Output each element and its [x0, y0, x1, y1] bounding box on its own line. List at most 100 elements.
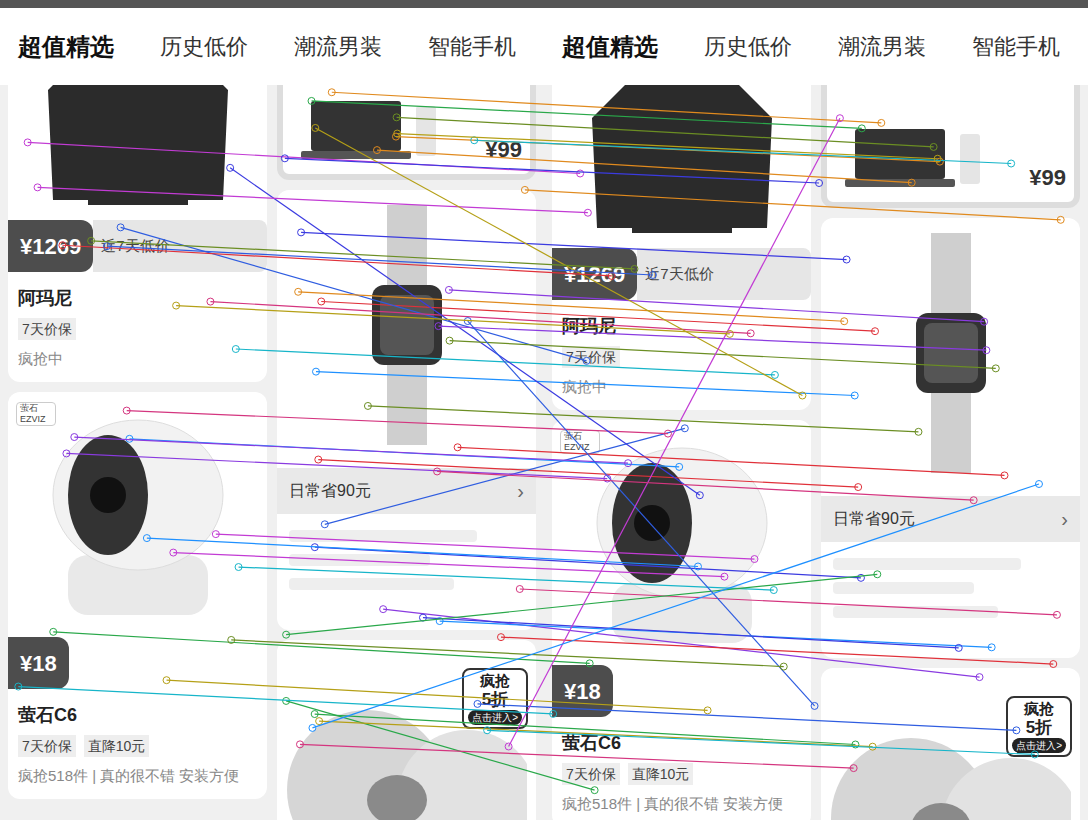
tag-row: 7天价保 — [18, 318, 257, 340]
match-line — [34, 184, 591, 216]
tab[interactable]: 历史低价 — [160, 30, 248, 63]
brand-logo: 萤石 EZVIZ — [16, 402, 56, 426]
feed: ¥1269近7天低价阿玛尼7天价保疯抢中萤石 EZVIZ¥18萤石C67天价保直… — [544, 85, 1088, 820]
product-image — [8, 85, 267, 220]
match-line — [446, 337, 999, 372]
sweater-image — [38, 85, 238, 210]
product-card[interactable]: ¥1269近7天低价阿玛尼7天价保疯抢中 — [552, 85, 811, 410]
mini-card[interactable]: ¥99 — [277, 85, 536, 180]
screen-panel: 超值精选历史低价潮流男装智能手机¥1269近7天低价阿玛尼7天价保疯抢中萤石 E… — [544, 0, 1088, 820]
saving-strip[interactable]: 日常省90元 › — [821, 496, 1080, 542]
product-title[interactable]: 萤石C6 — [18, 703, 257, 727]
match-line — [434, 468, 978, 504]
match-line — [497, 634, 1056, 668]
tab[interactable]: 智能手机 — [428, 30, 516, 63]
match-line — [311, 544, 864, 582]
feed-column: ¥99 日常省90元 › 疯抢5折点击进入> — [821, 85, 1080, 820]
saving-note: 日常省90元 — [833, 507, 915, 531]
product-title[interactable]: 萤石C6 — [562, 731, 801, 755]
match-line — [143, 535, 701, 570]
tab[interactable]: 智能手机 — [972, 30, 1060, 63]
tag-row: 7天价保 — [562, 346, 801, 368]
match-line — [471, 137, 1015, 167]
match-line — [59, 242, 615, 280]
promo-card[interactable]: 疯抢5折点击进入> — [821, 668, 1080, 820]
product-card[interactable]: 萤石 EZVIZ¥18 萤石C6 7天价保直降10元疯抢518件 | 真的很不错 安… — [552, 420, 811, 820]
match-line — [103, 243, 656, 279]
feature-card[interactable]: 日常省90元› — [277, 190, 536, 630]
price-pill: ¥18 — [552, 665, 613, 717]
price-note: 近7天低价 — [93, 220, 267, 272]
arrow-icon: › — [1061, 504, 1068, 534]
promo-badge[interactable]: 疯抢5折点击进入> — [1006, 696, 1072, 757]
feed: ¥1269近7天低价阿玛尼7天价保疯抢中萤石 EZVIZ¥18萤石C67天价保直… — [0, 85, 544, 820]
match-line — [318, 298, 879, 335]
tab[interactable]: 超值精选 — [18, 29, 114, 65]
tag: 7天价保 — [562, 346, 620, 368]
match-lines-icon — [0, 0, 1088, 820]
match-line — [173, 302, 734, 337]
feed-column: ¥1269近7天低价阿玛尼7天价保疯抢中萤石 EZVIZ¥18萤石C67天价保直… — [552, 85, 811, 820]
tab[interactable]: 历史低价 — [704, 30, 792, 63]
enter-button[interactable]: 点击进入> — [468, 710, 522, 725]
match-line — [123, 407, 671, 437]
match-line — [464, 318, 818, 710]
match-line — [170, 549, 728, 580]
tab[interactable]: 超值精选 — [562, 29, 658, 65]
product-body: 萤石C6 7天价保直降10元疯抢518件 | 真的很不错 安装方便 — [552, 717, 811, 820]
tab-bar: 超值精选 历史低价 潮流男装 智能手机 — [544, 8, 1088, 85]
match-line — [321, 425, 688, 528]
product-image: 萤石 EZVIZ — [552, 420, 811, 665]
match-line — [445, 286, 987, 325]
promo-card[interactable]: 疯抢5折点击进入> — [277, 640, 536, 820]
match-line — [516, 585, 1060, 618]
match-view: 超值精选历史低价潮流男装智能手机¥1269近7天低价阿玛尼7天价保疯抢中萤石 E… — [0, 0, 1088, 820]
camera-image — [38, 405, 238, 625]
tag: 7天价保 — [18, 318, 76, 340]
product-image: 萤石 EZVIZ — [8, 392, 267, 637]
product-body: 萤石C67天价保直降10元疯抢518件 | 真的很不错 安装方便 — [8, 689, 267, 799]
tag: 7天价保 — [562, 763, 620, 785]
laptop-image — [291, 96, 441, 166]
match-line — [298, 229, 850, 263]
match-line — [15, 683, 557, 717]
promo-badge[interactable]: 疯抢5折点击进入> — [462, 668, 528, 729]
enter-button[interactable]: 点击进入> — [1012, 738, 1066, 753]
price-pill: ¥18 — [8, 637, 69, 689]
tag: 直降10元 — [84, 735, 150, 757]
match-line — [296, 741, 857, 772]
screen-panel: 超值精选历史低价潮流男装智能手机¥1269近7天低价阿玛尼7天价保疯抢中萤石 E… — [0, 0, 544, 820]
watch-image — [891, 233, 1011, 473]
feature-card[interactable]: 日常省90元 › — [821, 218, 1080, 658]
match-line — [281, 155, 822, 187]
product-card[interactable]: ¥1269近7天低价阿玛尼7天价保疯抢中 — [8, 85, 267, 382]
status-bar — [544, 0, 1088, 8]
price-row: ¥1269近7天低价 — [552, 248, 811, 300]
tag-row: 7天价保直降10元 — [562, 763, 801, 785]
match-line — [364, 402, 922, 435]
match-line — [117, 224, 590, 364]
match-line — [394, 130, 941, 162]
saving-strip[interactable]: 日常省90元› — [277, 468, 536, 514]
match-line — [235, 564, 777, 594]
match-line — [419, 614, 962, 651]
mini-price: ¥99 — [1029, 161, 1066, 194]
match-line — [435, 323, 990, 354]
sweater-image — [582, 85, 782, 238]
mini-card[interactable]: ¥99 — [821, 85, 1080, 208]
match-line — [474, 700, 1020, 733]
product-card[interactable]: 萤石 EZVIZ ¥18萤石C67天价保直降10元疯抢518件 | 真的很不错 安… — [8, 392, 267, 799]
tab[interactable]: 潮流男装 — [838, 30, 926, 63]
match-line — [521, 186, 1064, 223]
match-line — [373, 147, 915, 187]
product-title[interactable]: 阿玛尼 — [18, 286, 257, 310]
match-line — [328, 89, 885, 127]
match-line — [393, 114, 937, 151]
price-row: ¥1269近7天低价 — [8, 220, 267, 272]
arrow-icon: › — [517, 476, 524, 506]
match-line — [311, 711, 859, 748]
product-title[interactable]: 阿玛尼 — [562, 314, 801, 338]
sales-status: 疯抢518件 | 真的很不错 安装方便 — [562, 793, 801, 815]
match-line — [380, 606, 983, 681]
tab[interactable]: 潮流男装 — [294, 30, 382, 63]
